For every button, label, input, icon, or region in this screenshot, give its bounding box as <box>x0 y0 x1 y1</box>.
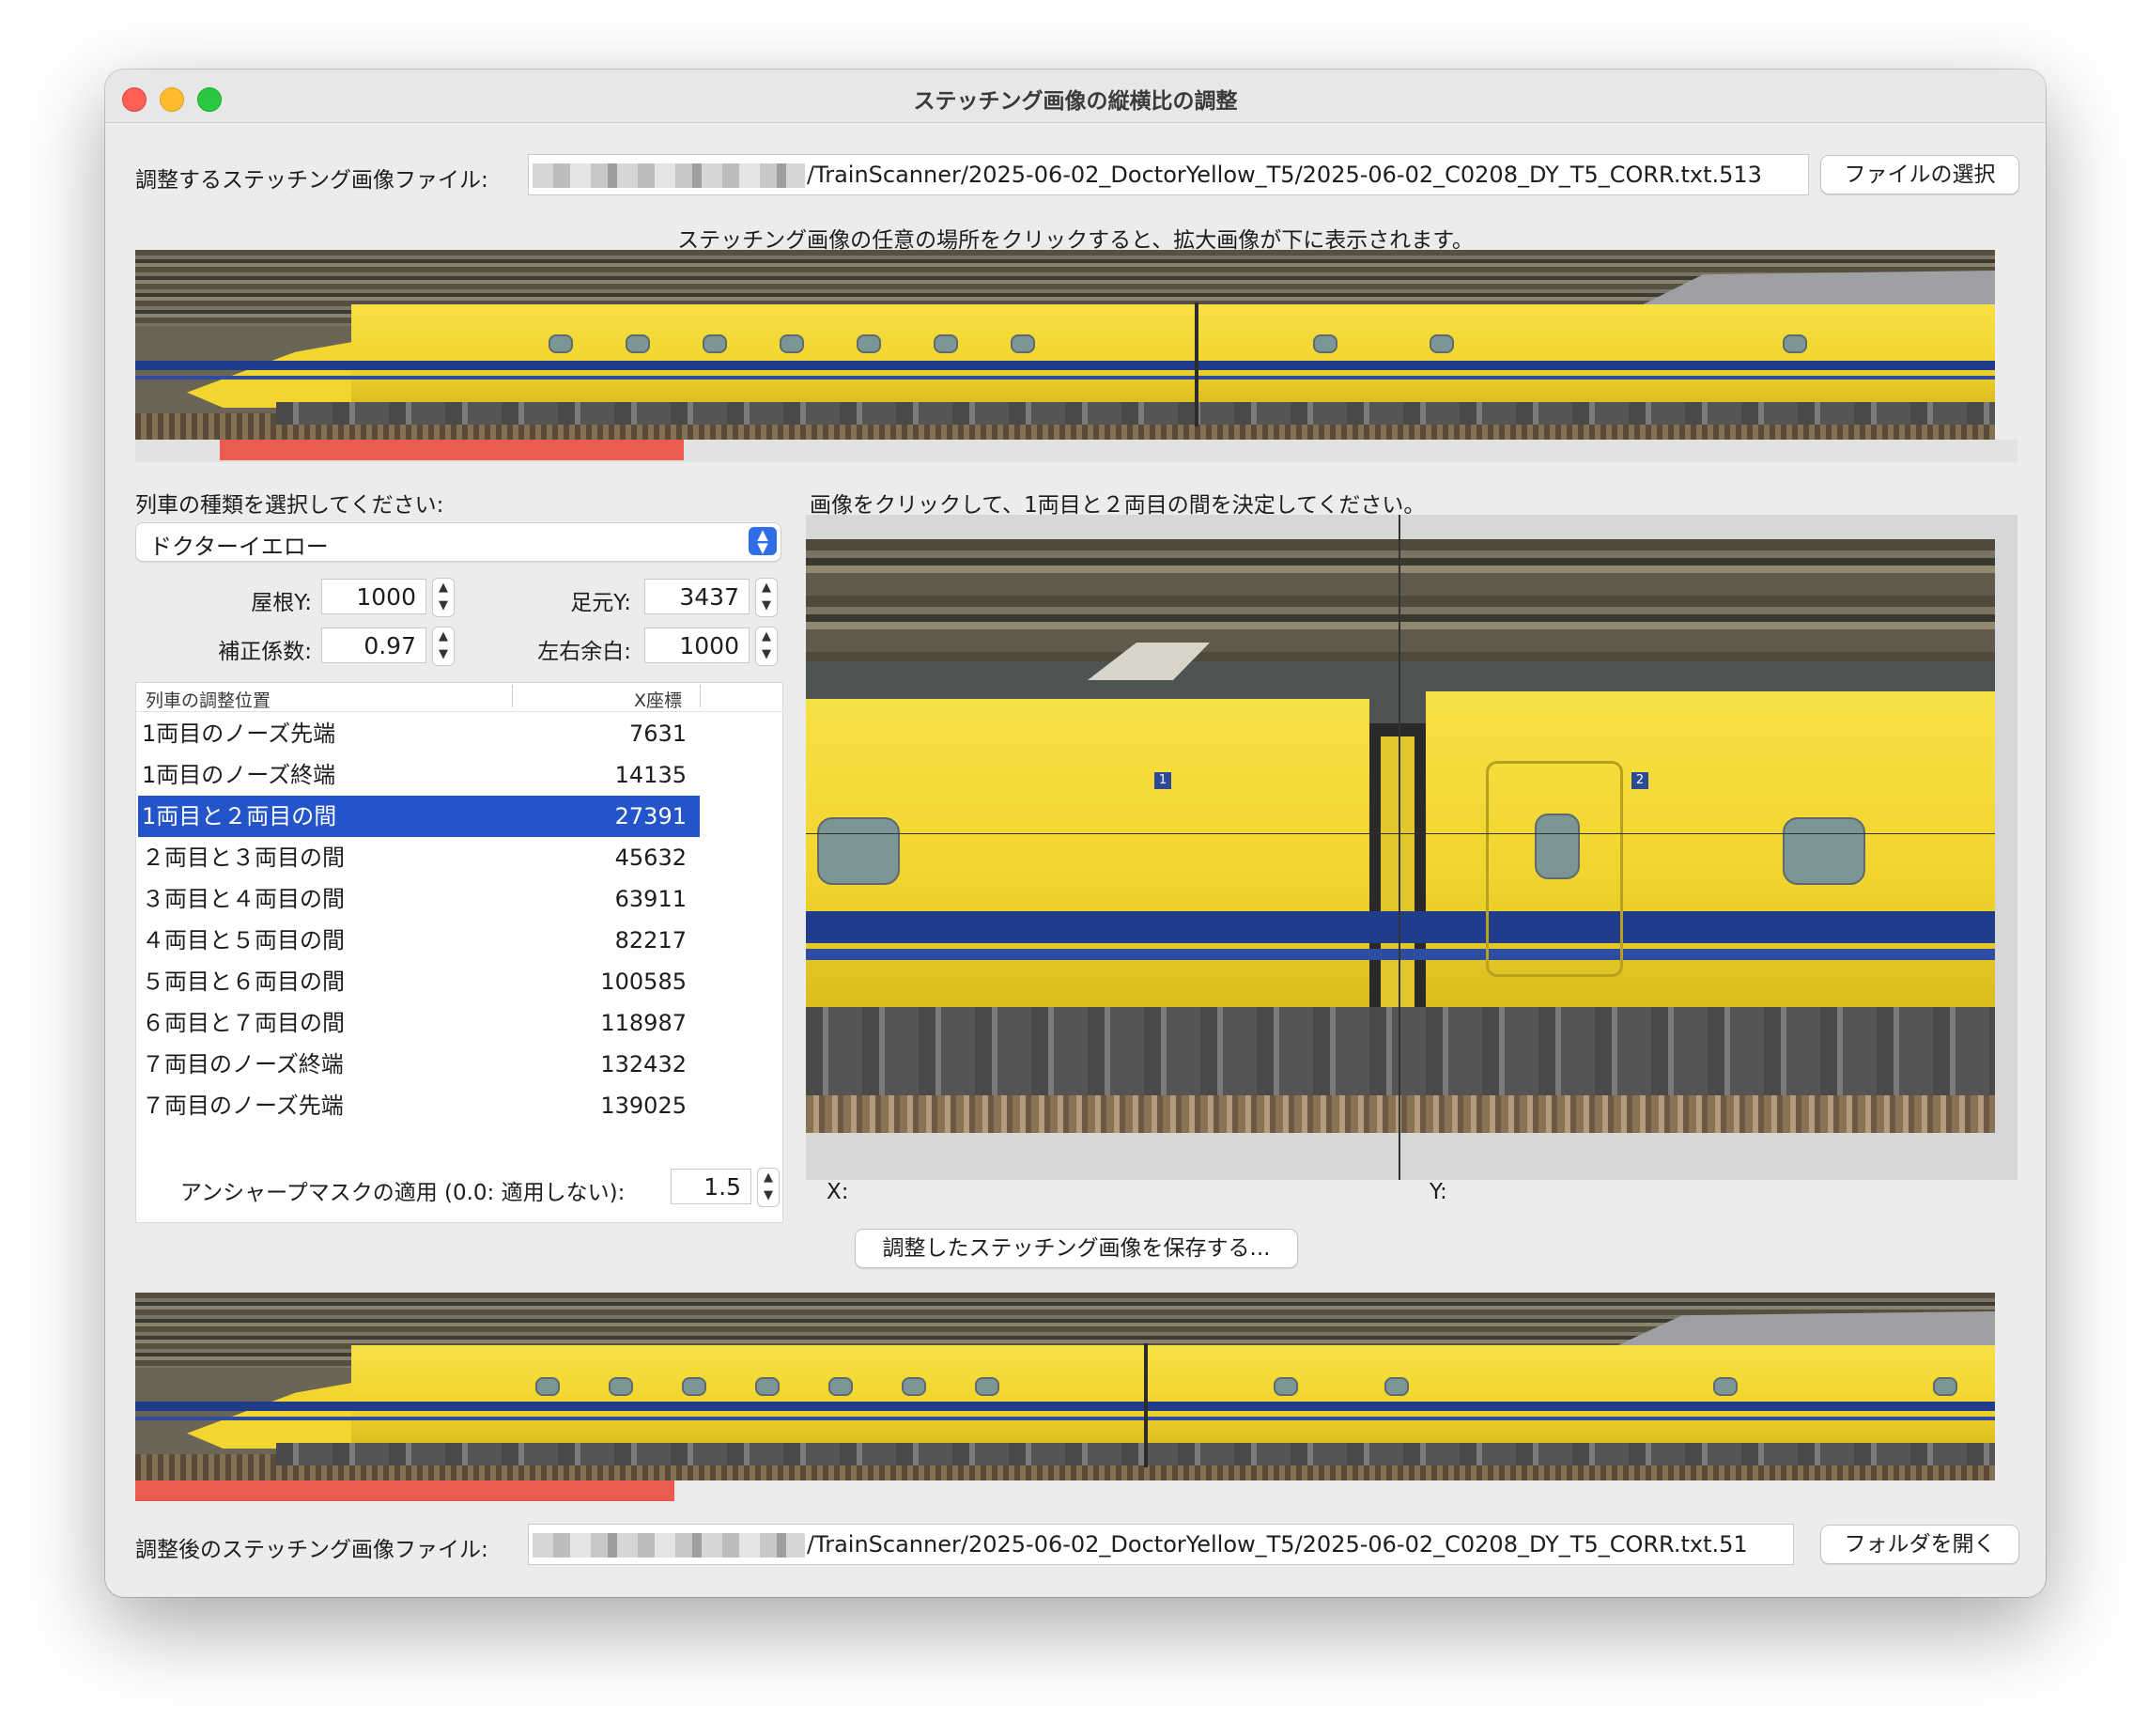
table-row-selected[interactable]: 1両目と２両目の間 27391 <box>138 796 700 837</box>
zoom-instruction: 画像をクリックして、1両目と２両目の間を決定してください。 <box>810 493 1426 518</box>
source-file-path: /TrainScanner/2025-06-02_DoctorYellow_T5… <box>807 162 1762 188</box>
zoom-view[interactable]: 1 2 <box>806 539 1995 1133</box>
y-coordinate-label: Y: <box>1430 1180 1447 1204</box>
car-number-2: 2 <box>1631 772 1648 789</box>
adjusted-viewport-indicator[interactable] <box>135 1480 674 1501</box>
title-bar: ステッチング画像の縦横比の調整 <box>105 70 2046 123</box>
foot-y-field[interactable]: 3437 <box>644 579 750 614</box>
hint-text: ステッチング画像の任意の場所をクリックすると、拡大画像が下に表示されます。 <box>677 228 1474 253</box>
correction-stepper-icon[interactable]: ▲ ▼ <box>432 627 455 666</box>
correction-label: 補正係数: <box>218 640 312 664</box>
roof-y-field[interactable]: 1000 <box>321 579 426 614</box>
crosshair-vertical <box>1399 515 1400 1180</box>
margin-stepper-icon[interactable]: ▲ ▼ <box>755 627 778 666</box>
output-file-path: /TrainScanner/2025-06-02_DoctorYellow_T5… <box>807 1531 1748 1558</box>
roof-y-stepper-icon[interactable]: ▲ ▼ <box>432 578 455 617</box>
chevron-updown-icon: ▲ ▼ <box>749 527 777 555</box>
preview-viewport-indicator[interactable] <box>220 440 684 460</box>
unsharp-field[interactable]: 1.5 <box>671 1169 751 1204</box>
margin-label: 左右余白: <box>537 640 631 664</box>
train-type-label: 列車の種類を選択してください: <box>135 493 444 518</box>
correction-field[interactable]: 0.97 <box>321 628 426 663</box>
crosshair-horizontal <box>806 833 1995 834</box>
table-row[interactable]: ３両目と４両目の間 63911 <box>138 878 700 920</box>
open-folder-button[interactable]: フォルダを開く <box>1820 1525 2019 1564</box>
adjusted-preview[interactable] <box>135 1293 1995 1480</box>
column-header-position[interactable]: 列車の調整位置 <box>146 687 271 712</box>
table-row[interactable]: ７両目のノーズ終端 132432 <box>138 1044 700 1085</box>
window-title: ステッチング画像の縦横比の調整 <box>913 89 1238 114</box>
table-row[interactable]: ６両目と７両目の間 118987 <box>138 1002 700 1044</box>
foot-y-stepper-icon[interactable]: ▲ ▼ <box>755 578 778 617</box>
margin-field[interactable]: 1000 <box>644 628 750 663</box>
train-type-value: ドクターイエロー <box>149 534 329 560</box>
output-file-label: 調整後のステッチング画像ファイル: <box>135 1538 488 1562</box>
redacted-path-segment <box>533 163 805 188</box>
train-type-select[interactable]: ドクターイエロー ▲ ▼ <box>135 522 781 562</box>
table-row[interactable]: ７両目のノーズ先端 139025 <box>138 1085 700 1126</box>
table-row[interactable]: 1両目のノーズ先端 7631 <box>138 713 700 754</box>
position-table: 列車の調整位置 X座標 1両目のノーズ先端 7631 1両目のノーズ終端 14135… <box>135 682 783 1223</box>
table-header: 列車の調整位置 X座標 <box>136 683 782 712</box>
table-row[interactable]: ２両目と３両目の間 45632 <box>138 837 700 878</box>
unsharp-label: アンシャープマスクの適用 (0.0: 適用しない): <box>180 1181 626 1205</box>
stitched-preview[interactable] <box>135 250 1995 440</box>
table-row[interactable]: ４両目と５両目の間 82217 <box>138 920 700 961</box>
source-file-label: 調整するステッチング画像ファイル: <box>135 168 488 193</box>
car-number-1: 1 <box>1154 772 1171 789</box>
table-row[interactable]: 1両目のノーズ終端 14135 <box>138 754 700 796</box>
table-row[interactable]: ５両目と６両目の間 100585 <box>138 961 700 1002</box>
unsharp-stepper-icon[interactable]: ▲ ▼ <box>757 1168 780 1207</box>
roof-y-label: 屋根Y: <box>251 591 312 615</box>
source-file-field[interactable]: /TrainScanner/2025-06-02_DoctorYellow_T5… <box>528 154 1809 195</box>
x-coordinate-label: X: <box>827 1180 849 1204</box>
select-file-button[interactable]: ファイルの選択 <box>1820 155 2019 194</box>
foot-y-label: 足元Y: <box>570 591 631 615</box>
redacted-path-segment <box>533 1533 805 1558</box>
save-button[interactable]: 調整したステッチング画像を保存する... <box>855 1229 1298 1268</box>
main-window: ステッチング画像の縦横比の調整 調整するステッチング画像ファイル: /Train… <box>105 70 2046 1597</box>
output-file-field[interactable]: /TrainScanner/2025-06-02_DoctorYellow_T5… <box>528 1524 1794 1565</box>
column-header-x[interactable]: X座標 <box>634 687 682 712</box>
